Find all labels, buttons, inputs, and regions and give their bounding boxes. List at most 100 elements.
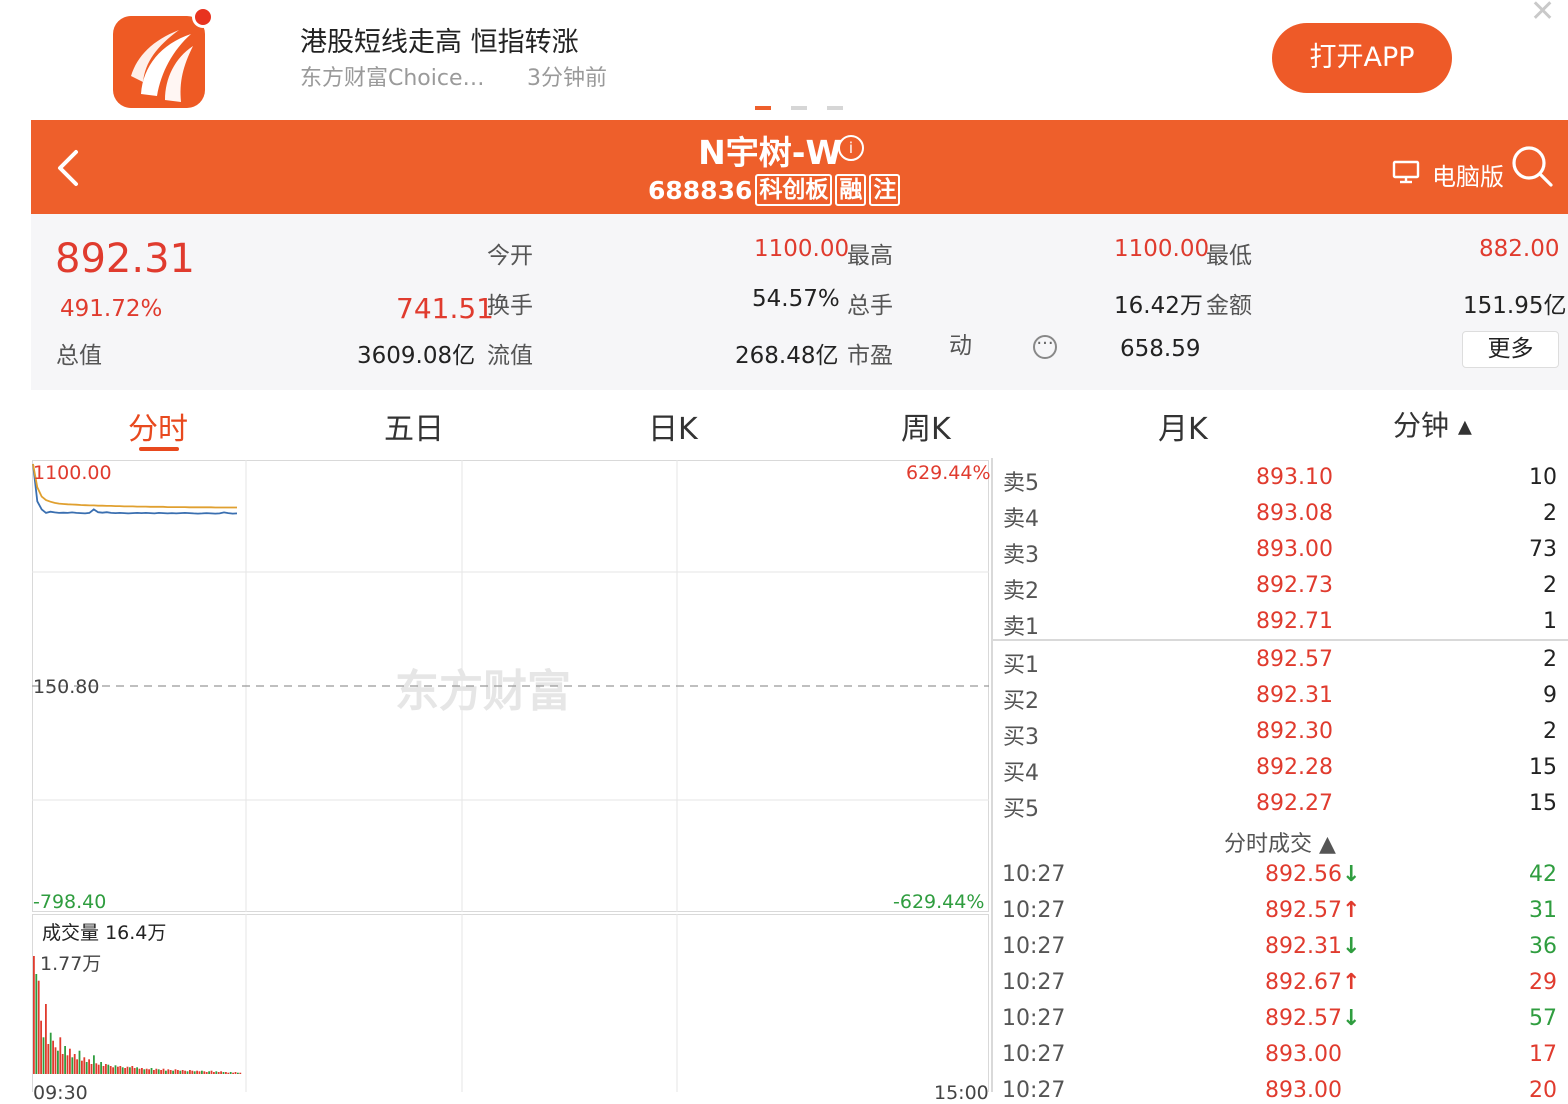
amount-label: 金额 (1206, 293, 1252, 319)
tab-five-day[interactable]: 五日 (384, 404, 444, 448)
search-icon[interactable] (1510, 144, 1554, 188)
tab-intraday[interactable]: 分时 (128, 404, 188, 448)
volume-bar (61, 1054, 64, 1074)
volume-bar (100, 1062, 102, 1074)
volume-label: 成交量 (42, 922, 100, 944)
volume-bar (88, 1059, 90, 1074)
trade-time: 10:27 (1002, 1006, 1066, 1031)
ask-label: 卖5 (1003, 471, 1039, 496)
ask-volume: 73 (1529, 537, 1557, 562)
volume-title: 成交量 16.4万 (42, 918, 166, 945)
volume-bar (71, 1057, 74, 1074)
turnover-label: 换手 (487, 293, 533, 319)
volume-bar (133, 1068, 136, 1074)
volume-bar (76, 1059, 78, 1074)
trade-time: 10:27 (1002, 970, 1066, 995)
volume-bar (47, 1044, 50, 1074)
close-icon[interactable]: ✕ (1530, 0, 1555, 29)
trade-price: 892.67 (1265, 970, 1342, 995)
trade-price: 893.00 (1265, 1042, 1342, 1067)
volume-value: 16.4万 (105, 922, 167, 944)
volume-bar (179, 1070, 182, 1074)
volume-bar (234, 1072, 237, 1074)
info-icon[interactable]: i (838, 135, 864, 161)
trade-volume: 57 (1529, 1006, 1557, 1031)
volume-bar (153, 1070, 155, 1074)
time-axis-start: 09:30 (33, 1082, 88, 1104)
volume-bar (124, 1068, 126, 1074)
open-label: 今开 (487, 243, 533, 269)
volume-bar (203, 1071, 206, 1074)
volume-bar (189, 1070, 191, 1074)
volume-bar (184, 1070, 186, 1074)
ask-price: 892.71 (1256, 609, 1333, 634)
pe-value: 658.59 (1120, 336, 1201, 362)
bid-volume: 9 (1543, 683, 1557, 708)
tag-margin: 融 (835, 174, 867, 206)
float-value-label: 流值 (487, 343, 533, 369)
banner-headline[interactable]: 港股短线走高 恒指转涨 (300, 20, 579, 59)
volume-bar (150, 1068, 153, 1074)
carousel-dot-active[interactable] (755, 106, 771, 110)
volume-bar (78, 1050, 81, 1074)
volume-bar (225, 1072, 227, 1074)
ask-volume: 2 (1543, 501, 1557, 526)
bid-price: 892.27 (1256, 791, 1333, 816)
monitor-icon[interactable] (1392, 160, 1420, 184)
trade-volume: 20 (1529, 1078, 1557, 1103)
volume-bar (227, 1072, 230, 1074)
volume-bar (52, 1040, 54, 1074)
volume-bar (136, 1067, 138, 1074)
bid-volume: 2 (1543, 647, 1557, 672)
tab-daily-k[interactable]: 日K (648, 404, 698, 448)
volume-bar (107, 1064, 110, 1074)
stock-code: 688836 (648, 175, 753, 205)
volume-bar (205, 1072, 208, 1074)
tab-weekly-k[interactable]: 周K (901, 404, 951, 448)
pc-version-button[interactable]: 电脑版 (1432, 157, 1504, 192)
back-icon[interactable] (52, 148, 88, 188)
change-amount: 741.51 (396, 292, 494, 325)
trade-time: 10:27 (1002, 1078, 1066, 1103)
tab-monthly-k[interactable]: 月K (1158, 404, 1208, 448)
volume-bar (97, 1064, 100, 1074)
volume-bar (131, 1066, 134, 1074)
more-button[interactable]: 更多 (1462, 331, 1559, 368)
float-value: 268.48亿 (735, 343, 839, 369)
volume-bar (239, 1072, 242, 1074)
volume-bar (196, 1070, 198, 1074)
bid-label: 买1 (1003, 653, 1039, 678)
trade-price: 892.57 (1265, 1006, 1342, 1031)
low-value: 882.00 (1479, 236, 1560, 262)
app-logo (113, 16, 205, 108)
volume-bar (73, 1054, 76, 1074)
carousel-dot[interactable] (791, 106, 807, 110)
volume-bar (220, 1071, 222, 1074)
volume-bar (222, 1072, 225, 1074)
ask-volume: 2 (1543, 573, 1557, 598)
pct-axis-bottom: -629.44% (893, 891, 985, 913)
tab-minute[interactable]: 分钟 ▴ (1393, 404, 1472, 444)
ask-price: 893.00 (1256, 537, 1333, 562)
volume-bar (90, 1064, 93, 1074)
trade-volume: 31 (1529, 898, 1557, 923)
tag-registration: 注 (869, 174, 901, 206)
volume-bar (109, 1066, 112, 1074)
volume-chart-svg[interactable] (32, 914, 989, 1092)
volume-bar (129, 1067, 131, 1074)
open-app-button[interactable]: 打开APP (1272, 23, 1452, 93)
notification-dot (192, 6, 214, 28)
trade-price: 893.00 (1265, 1078, 1342, 1103)
more-options-icon[interactable]: ··· (1033, 335, 1057, 359)
volume-bar (162, 1068, 165, 1074)
price-chart-svg[interactable] (32, 460, 989, 912)
price-axis-top: 1100.00 (33, 462, 112, 484)
volume-bar (181, 1070, 184, 1074)
arrow-down-icon: ↓ (1342, 1006, 1361, 1031)
volume-bar (148, 1069, 150, 1074)
volume-bar (59, 1037, 62, 1074)
volume-bar (210, 1070, 213, 1074)
trades-title-toggle[interactable]: 分时成交 ▲ (1224, 826, 1336, 858)
carousel-dot[interactable] (827, 106, 843, 110)
trade-time: 10:27 (1002, 862, 1066, 887)
